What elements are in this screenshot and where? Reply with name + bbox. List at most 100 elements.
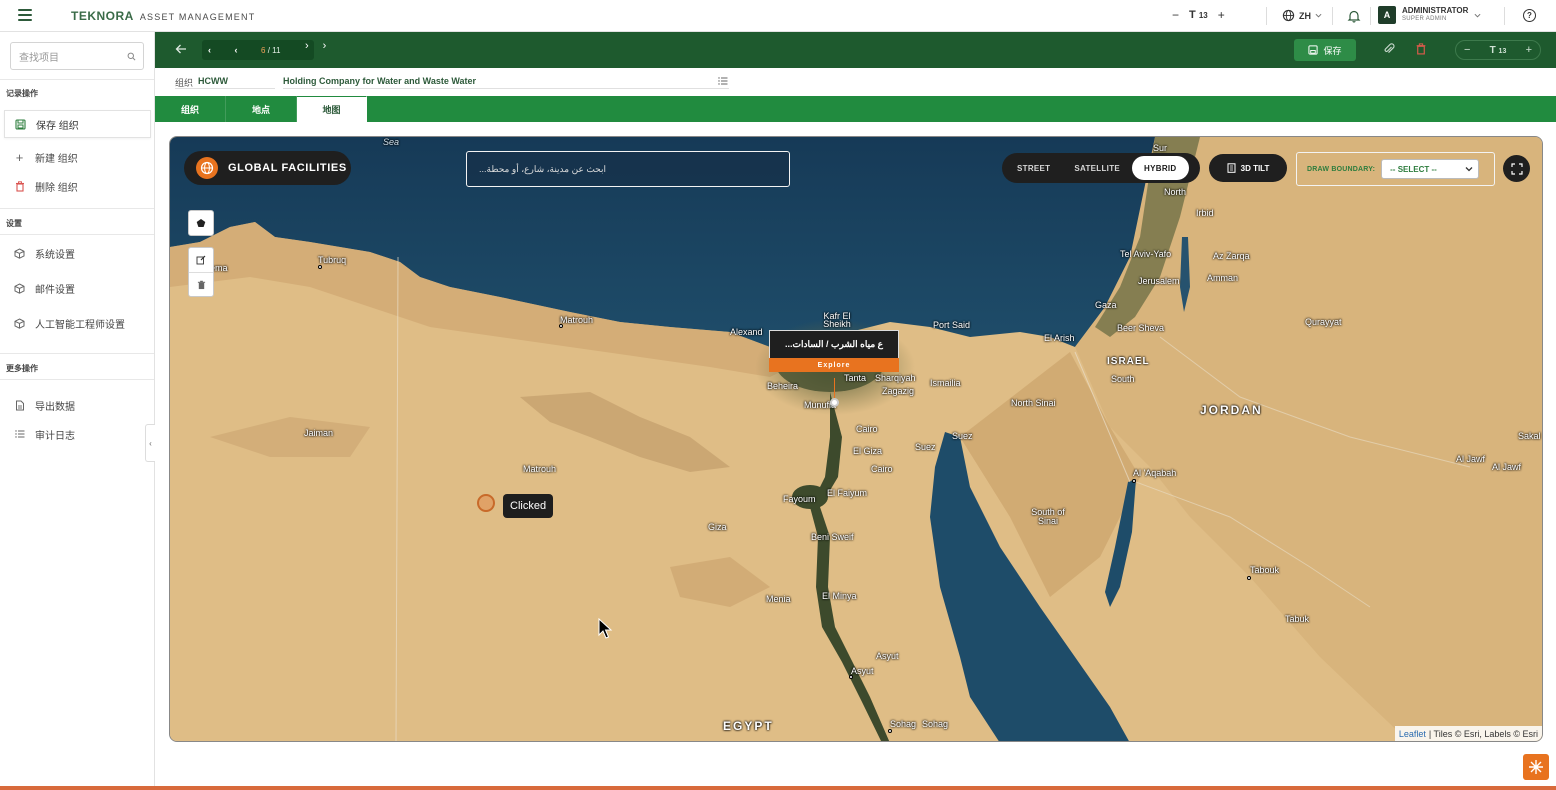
tab-map[interactable]: 地图	[297, 96, 367, 122]
global-facilities-badge: GLOBAL FACILITIES	[184, 151, 351, 185]
org-name-field[interactable]: Holding Company for Water and Waste Wate…	[283, 76, 476, 86]
map-label: Matrouh	[523, 464, 557, 474]
divider	[1370, 7, 1371, 25]
prev-record-button[interactable]: ‹	[235, 45, 238, 55]
save-button[interactable]: 保存	[1294, 39, 1356, 61]
search-icon	[127, 52, 136, 61]
user-menu[interactable]: A ADMINISTRATOR SUPER ADMIN	[1378, 6, 1481, 24]
facility-marker[interactable]	[830, 398, 839, 407]
menu-icon[interactable]	[18, 9, 32, 21]
map-label: El Faiyum	[827, 488, 868, 498]
sidebar-item-label: 审计日志	[35, 430, 75, 442]
map-label: Suez	[915, 442, 936, 452]
city-dot	[1132, 479, 1136, 483]
zoom-indicator: T 13	[1489, 44, 1507, 56]
font-size-indicator: T 13	[1189, 9, 1208, 21]
sidebar-item-ai-settings[interactable]: 人工智能工程师设置	[4, 309, 151, 337]
bell-icon[interactable]	[1347, 9, 1361, 23]
last-record-button[interactable]: ›	[323, 40, 327, 52]
list-icon[interactable]	[718, 76, 728, 86]
city-dot	[559, 324, 563, 328]
sidebar-item-mail-settings[interactable]: 邮件设置	[4, 274, 151, 302]
draw-boundary-control: DRAW BOUNDARY: -- SELECT --	[1296, 152, 1495, 186]
zoom-out-button[interactable]: −	[1464, 44, 1470, 56]
clicked-tooltip: Clicked	[503, 494, 554, 518]
map-label: South	[1111, 374, 1135, 384]
fullscreen-button[interactable]	[1503, 155, 1530, 182]
save-icon	[1308, 45, 1319, 55]
map-label: Sohag	[890, 719, 917, 729]
save-label: 保存	[1323, 45, 1342, 56]
sidebar-collapse-button[interactable]: ‹	[145, 424, 155, 462]
sidebar-item-system-settings[interactable]: 系统设置	[4, 239, 151, 267]
tilt-label: 3D TILT	[1240, 163, 1270, 173]
map-container[interactable]: Sea Sur North Irbid ema Tubruq Tel Aviv-…	[169, 136, 1543, 742]
tab-bar: 组织 地点 地图	[155, 96, 1556, 122]
draw-select-value: -- SELECT --	[1390, 164, 1437, 174]
sidebar-item-label: 新建 组织	[35, 153, 78, 165]
paperclip-icon[interactable]	[1383, 43, 1395, 55]
chevron-down-icon	[1315, 13, 1322, 18]
map-label: Kafr El Sheikh	[823, 311, 851, 329]
font-decrease-button[interactable]: −	[1172, 8, 1179, 22]
divider	[0, 379, 154, 380]
delete-layers-button[interactable]	[189, 272, 213, 296]
polygon-tool-button[interactable]	[189, 211, 213, 235]
trash-icon	[197, 280, 205, 289]
map-basemap[interactable]	[170, 137, 1543, 742]
chevron-down-icon	[1465, 167, 1473, 172]
font-increase-button[interactable]: +	[1218, 8, 1225, 22]
click-marker[interactable]	[477, 494, 495, 512]
layer-street-button[interactable]: STREET	[1005, 156, 1062, 180]
map-search-placeholder: ...ابحث عن مدينة، شارع، أو محطة	[479, 163, 606, 174]
city-dot	[1247, 576, 1251, 580]
sidebar: 查找项目 记录操作 保存 组织 + 新建 组织 删除 组织 设置 系统设置 邮件…	[0, 32, 155, 790]
edit-layers-button[interactable]	[189, 248, 213, 272]
explore-button[interactable]: Explore	[769, 358, 899, 372]
layer-hybrid-button[interactable]: HYBRID	[1132, 156, 1189, 180]
divider	[1332, 7, 1333, 25]
sidebar-item-new-org[interactable]: + 新建 组织	[4, 143, 151, 171]
sidebar-item-audit-log[interactable]: 审计日志	[4, 420, 151, 448]
3d-tilt-button[interactable]: 3D TILT	[1209, 154, 1287, 182]
tab-locations[interactable]: 地点	[226, 96, 297, 122]
font-size-control: − T 13 +	[1172, 8, 1225, 22]
divider	[0, 353, 154, 354]
map-label: Sur	[1153, 143, 1168, 153]
org-code-field[interactable]: HCWW	[198, 76, 228, 86]
map-label: Giza	[708, 522, 727, 532]
user-info: ADMINISTRATOR SUPER ADMIN	[1402, 6, 1468, 24]
layer-satellite-button[interactable]: SATELLITE	[1062, 156, 1132, 180]
language-switcher[interactable]: ZH	[1282, 9, 1322, 22]
assistant-launcher-button[interactable]	[1523, 754, 1549, 780]
sparkle-icon	[1529, 760, 1543, 774]
sidebar-item-label: 系统设置	[35, 249, 75, 261]
leaflet-link[interactable]: Leaflet	[1399, 729, 1426, 739]
back-arrow-icon[interactable]	[175, 43, 187, 55]
first-record-button[interactable]: ‹	[208, 45, 211, 55]
map-label: Cairo	[856, 424, 878, 434]
user-name: ADMINISTRATOR	[1402, 6, 1469, 15]
tab-organization[interactable]: 组织	[155, 96, 226, 122]
globe-icon	[196, 157, 218, 179]
map-search-input[interactable]: ...ابحث عن مدينة، شارع، أو محطة	[466, 151, 790, 187]
map-label: Port Said	[933, 320, 971, 330]
map-attribution: Leaflet | Tiles © Esri, Labels © Esri	[1394, 726, 1542, 741]
map-label: North Sinai	[1011, 398, 1056, 408]
list-icon	[14, 429, 25, 440]
sidebar-item-export[interactable]: 导出数据	[4, 391, 151, 419]
cube-icon	[14, 282, 25, 294]
avatar: A	[1378, 6, 1396, 24]
help-icon[interactable]: ?	[1523, 9, 1536, 22]
document-icon	[14, 400, 25, 411]
sidebar-search-input[interactable]: 查找项目	[10, 42, 144, 70]
divider	[0, 208, 154, 209]
zoom-in-button[interactable]: +	[1526, 44, 1532, 56]
trash-icon[interactable]	[1415, 43, 1427, 55]
sidebar-item-save-org[interactable]: 保存 组织	[4, 110, 151, 138]
draw-boundary-select[interactable]: -- SELECT --	[1381, 159, 1480, 179]
divider	[283, 88, 729, 89]
map-label: North	[1164, 187, 1187, 197]
next-record-button[interactable]: ›	[305, 40, 309, 52]
sidebar-item-delete-org[interactable]: 删除 组织	[4, 172, 151, 200]
